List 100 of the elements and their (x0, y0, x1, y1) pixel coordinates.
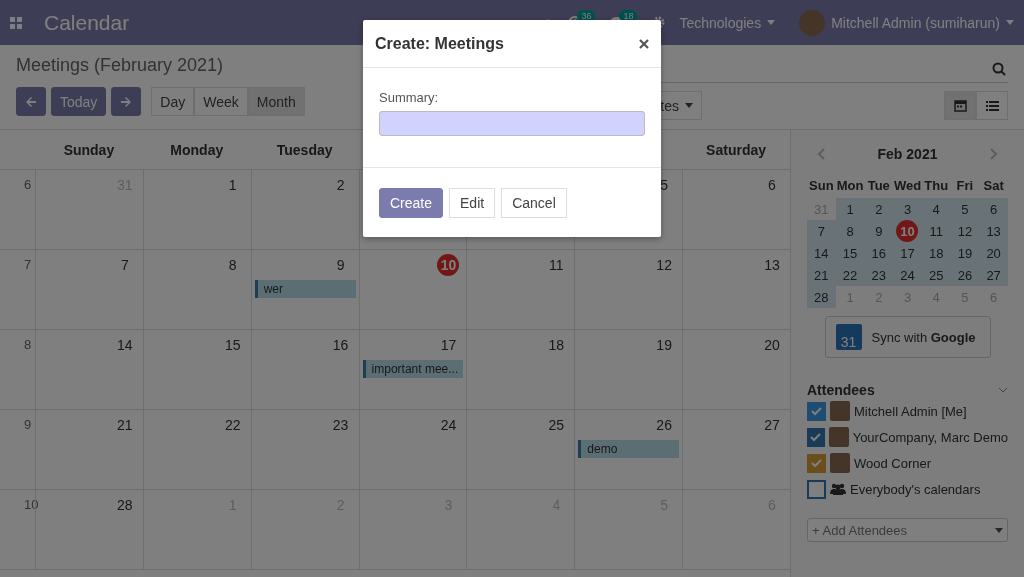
settings-icon[interactable] (652, 16, 666, 29)
previous-button[interactable] (16, 87, 46, 116)
scale-tab[interactable]: Day (151, 87, 195, 116)
add-attendees-select[interactable]: + Add Attendees (807, 518, 1008, 542)
create-button[interactable]: Create (379, 187, 444, 218)
close-icon[interactable] (639, 38, 649, 49)
mini-calendar-day[interactable]: 1 (835, 198, 865, 220)
list-icon (985, 99, 999, 112)
next-button[interactable] (111, 87, 142, 116)
weekday-header: Sunday (62, 140, 116, 160)
attendee-avatar (828, 427, 849, 447)
day-number: 20 (763, 336, 781, 355)
attendee-checkbox[interactable] (807, 401, 826, 421)
day-number: 8 (227, 256, 238, 275)
arrow-left-icon (25, 95, 37, 108)
mini-calendar-day[interactable]: 16 (864, 242, 894, 264)
mini-calendar-day[interactable]: 9 (864, 220, 894, 242)
caret-icon (767, 20, 776, 25)
scale-tab[interactable]: Month (247, 87, 305, 116)
summary-input[interactable] (379, 111, 645, 136)
mini-calendar-day[interactable]: 25 (921, 264, 951, 286)
calendar-view-button[interactable] (944, 91, 976, 120)
day-number: 13 (763, 256, 781, 275)
attendee-name: Mitchell Admin [Me] (854, 403, 967, 419)
attendee-checkbox[interactable] (807, 427, 825, 447)
scale-tab[interactable]: Week (194, 87, 248, 116)
day-number: 11 (548, 256, 565, 275)
mini-calendar-day[interactable]: 5 (950, 198, 980, 220)
mini-calendar-day[interactable]: 26 (950, 264, 980, 286)
week-number: 6 (23, 176, 33, 194)
list-view-button[interactable] (976, 91, 1008, 120)
calendar-event[interactable]: wer (254, 280, 356, 298)
chevron-left-icon[interactable] (817, 148, 825, 160)
weekday-header: Tuesday (275, 140, 334, 160)
caret-icon (995, 527, 1003, 533)
arrow-right-icon (120, 95, 133, 108)
mini-calendar-day[interactable]: 24 (893, 264, 922, 286)
attendees-title: Attendees (807, 382, 875, 398)
today-button[interactable]: Today (51, 87, 107, 116)
today-day-number: 10 (437, 254, 460, 276)
caret-icon (1006, 20, 1014, 25)
user-avatar (799, 9, 826, 36)
mini-calendar-day[interactable]: 20 (979, 242, 1008, 264)
mini-calendar-day[interactable]: 3 (893, 198, 922, 220)
mini-calendar-day[interactable]: 12 (950, 220, 980, 242)
calendar-icon: 31 (835, 324, 862, 350)
attendee-checkbox[interactable] (807, 453, 826, 473)
weekday-label: Fri (955, 177, 975, 195)
mini-calendar-day[interactable]: 10 (893, 220, 922, 242)
search-icon[interactable] (992, 61, 1006, 76)
attendee-checkbox[interactable] (807, 479, 826, 499)
day-number: 19 (655, 336, 673, 355)
mini-calendar-day[interactable]: 13 (979, 220, 1008, 242)
app-title: Calendar (44, 10, 130, 35)
weekday-header: Monday (169, 140, 225, 160)
mini-calendar-day[interactable]: 28 (807, 286, 836, 308)
mini-calendar-day[interactable]: 19 (950, 242, 980, 264)
chevron-down-icon[interactable] (998, 387, 1008, 393)
checkmark-icon (810, 432, 822, 442)
weekday-label: Thu (923, 177, 950, 195)
caret-icon (685, 103, 693, 108)
week-number: 7 (23, 256, 33, 274)
sync-with-google-button[interactable]: 31 Sync with Google (824, 316, 991, 358)
mini-calendar-day[interactable]: 23 (864, 264, 894, 286)
mini-calendar-day[interactable]: 18 (921, 242, 951, 264)
attendee-avatar (830, 453, 850, 473)
dialog-button[interactable]: Cancel (501, 187, 567, 218)
day-number: 24 (439, 416, 458, 435)
day-number: 9 (335, 256, 346, 275)
day-number: 16 (331, 336, 350, 355)
mini-calendar-day[interactable]: 2 (864, 198, 894, 220)
mini-calendar-day[interactable]: 15 (835, 242, 865, 264)
calendar-event[interactable]: important mee... (362, 360, 464, 378)
day-number: 22 (223, 416, 242, 435)
day-number: 27 (763, 416, 781, 435)
mini-calendar-day[interactable]: 8 (835, 220, 865, 242)
attendee-name: Everybody's calendars (850, 481, 981, 497)
mini-calendar-day[interactable]: 27 (979, 264, 1008, 286)
dialog-button[interactable]: Edit (449, 187, 496, 218)
mini-calendar-day[interactable]: 4 (921, 198, 951, 220)
weekday-label: Mon (835, 177, 865, 195)
summary-label: Summary: (379, 90, 440, 105)
attendee-avatar (830, 401, 850, 421)
mini-calendar-day[interactable]: 21 (807, 264, 836, 286)
activity-count-badge: 36 (577, 9, 596, 22)
mini-calendar-day[interactable]: 17 (893, 242, 922, 264)
dialog-title: Create: Meetings (375, 34, 504, 53)
mini-calendar-day[interactable]: 11 (921, 220, 951, 242)
mini-calendar-day[interactable]: 6 (979, 198, 1008, 220)
mini-calendar-day[interactable]: 14 (807, 242, 836, 264)
calendar-event[interactable]: demo (578, 440, 680, 458)
weekday-label: Tue (866, 177, 891, 195)
mini-calendar-day[interactable]: 7 (807, 220, 836, 242)
day-number: 5 (659, 176, 670, 195)
company-switcher[interactable]: Technologies (679, 14, 776, 31)
chevron-right-icon[interactable] (990, 148, 998, 160)
mini-calendar-day[interactable]: 22 (835, 264, 865, 286)
user-menu[interactable]: Mitchell Admin (sumiharun) (799, 9, 1014, 36)
apps-menu-icon[interactable] (10, 16, 22, 29)
attendee-name: YourCompany, Marc Demo (852, 429, 1008, 445)
